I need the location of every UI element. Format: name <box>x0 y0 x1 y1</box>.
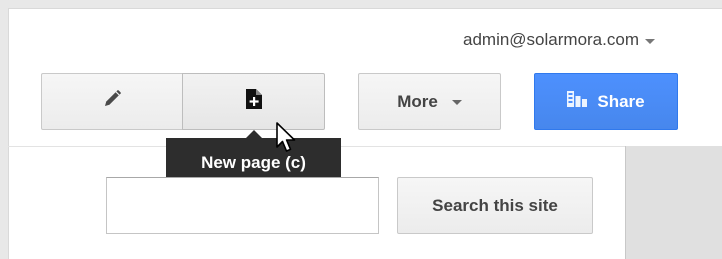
new-page-button[interactable] <box>182 73 325 130</box>
edit-page-button[interactable] <box>41 73 183 130</box>
mouse-pointer-icon <box>275 121 301 160</box>
more-button[interactable]: More <box>358 73 501 130</box>
grid-icon <box>567 91 588 112</box>
account-email: admin@solarmora.com <box>463 30 639 49</box>
new-page-icon <box>245 88 263 115</box>
chevron-down-icon <box>644 38 655 44</box>
pencil-icon <box>102 89 122 114</box>
search-input[interactable] <box>106 177 379 234</box>
share-label: Share <box>597 91 645 111</box>
chevron-down-icon <box>451 100 462 105</box>
share-button[interactable]: Share <box>534 73 678 130</box>
more-label: More <box>397 91 438 111</box>
search-button-label: Search this site <box>432 195 558 215</box>
account-menu[interactable]: admin@solarmora.com <box>463 30 655 50</box>
search-site-button[interactable]: Search this site <box>397 177 593 234</box>
right-gutter <box>625 146 722 259</box>
